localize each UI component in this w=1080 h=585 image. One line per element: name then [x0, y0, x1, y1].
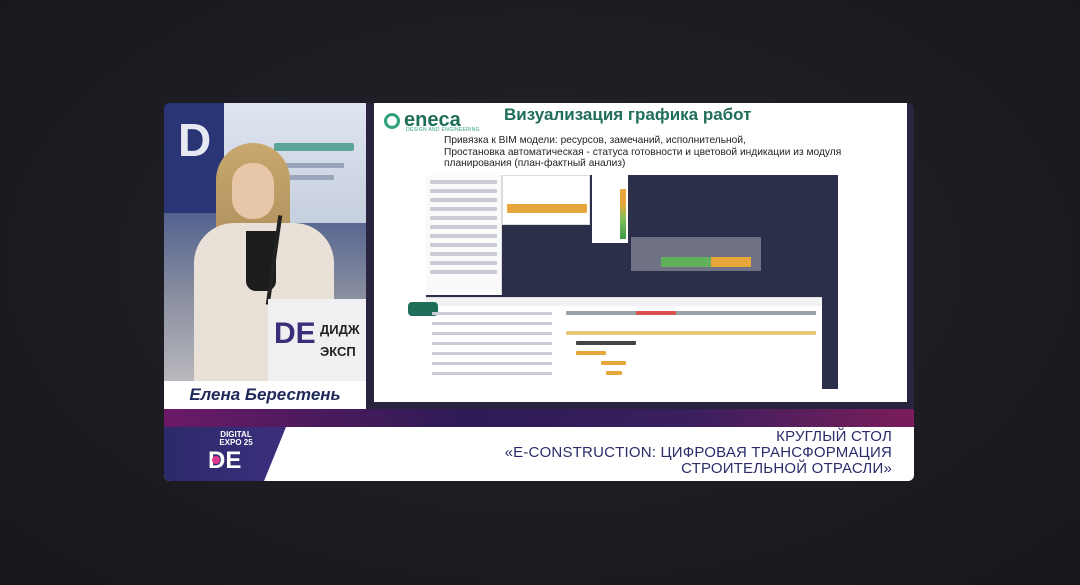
eneca-logo-icon — [384, 112, 400, 129]
eneca-logo-subtitle: DESIGN AND ENGINEERING — [406, 127, 480, 133]
filter-panel — [502, 175, 590, 225]
event-banner: DIGITAL EXPO 25 DE КРУГЛЫЙ СТОЛ «E-CONST… — [164, 409, 914, 481]
gantt-bar — [636, 311, 676, 315]
banner-stripe — [164, 409, 914, 427]
app-screenshot — [408, 175, 838, 389]
slide-title: Визуализация графика работ — [504, 105, 752, 124]
podium-text: ДИДЖ ЭКСП — [320, 322, 360, 359]
apply-button — [507, 204, 587, 213]
speaker-name-plate: Елена Берестень — [164, 381, 366, 409]
model-tree-panel — [426, 175, 502, 295]
gantt-bar — [601, 361, 626, 365]
gantt-bar — [576, 341, 636, 345]
background-logo-wall: D — [164, 103, 224, 213]
gantt-chart — [408, 297, 822, 389]
event-logo-dot — [212, 456, 220, 464]
bim-model-view — [631, 237, 761, 271]
presentation-slide: eneca DESIGN AND ENGINEERING Визуализаци… — [374, 103, 907, 402]
slide-body-text: Привязка к BIM модели: ресурсов, замечан… — [444, 135, 842, 169]
status-legend-panel — [592, 175, 628, 243]
status-color-strip — [620, 189, 626, 239]
gantt-header — [426, 298, 822, 306]
gantt-bar — [566, 311, 816, 315]
gantt-bar — [576, 351, 606, 355]
event-logo-text: DIGITAL EXPO 25 — [219, 430, 253, 447]
speaker-face — [232, 163, 274, 219]
broadcast-frame: D DE ДИДЖ ЭКСП Елена Берестень eneca DES… — [164, 103, 914, 481]
gantt-bar — [566, 331, 816, 335]
gantt-bar — [606, 371, 622, 375]
event-logo: DIGITAL EXPO 25 DE — [164, 427, 286, 481]
podium: DE ДИДЖ ЭКСП — [268, 299, 366, 381]
session-caption: КРУГЛЫЙ СТОЛ «E-CONSTRUCTION: ЦИФРОВАЯ Т… — [504, 428, 892, 477]
podium-logo: DE — [274, 317, 316, 350]
speaker-camera-feed: D DE ДИДЖ ЭКСП — [164, 103, 366, 381]
speaker-name: Елена Берестень — [189, 385, 341, 404]
